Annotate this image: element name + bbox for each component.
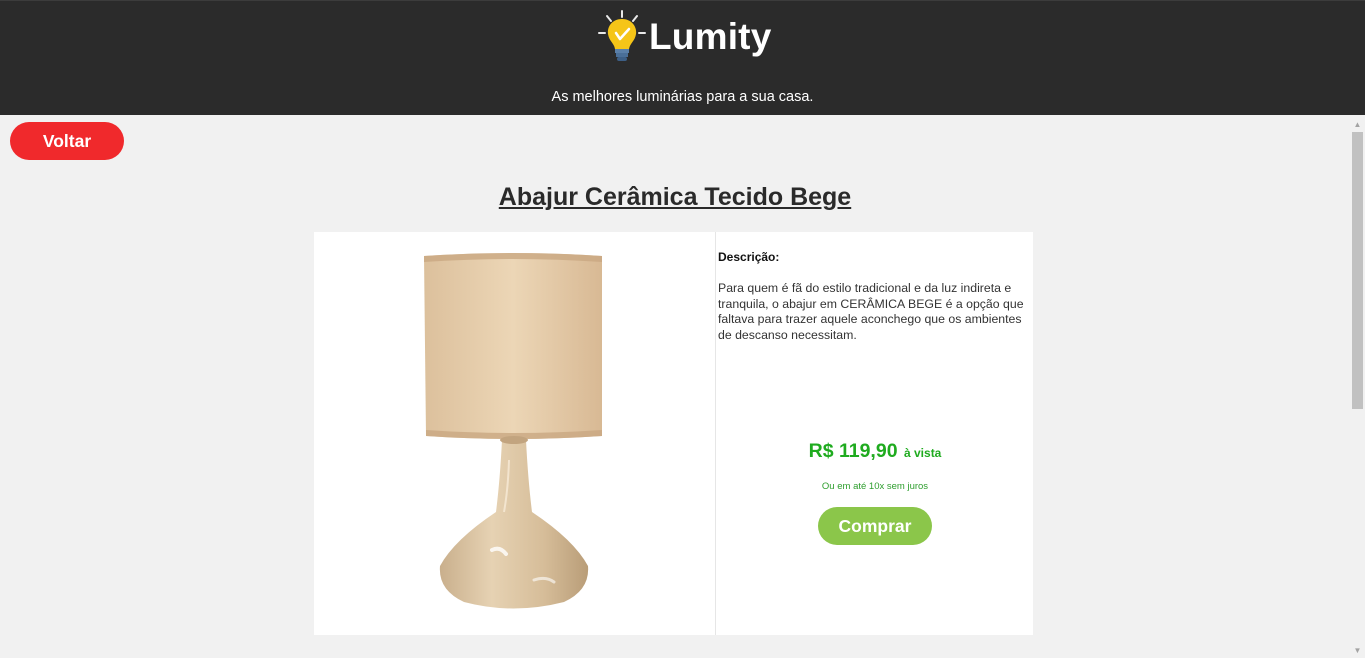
price-value: R$ 119,90 — [808, 440, 898, 462]
scroll-thumb[interactable] — [1352, 132, 1363, 409]
lightbulb-icon — [598, 10, 646, 61]
brand-name: Lumity — [649, 16, 772, 57]
product-info: Descrição: Para quem é fã do estilo trad… — [717, 232, 1033, 635]
product-title: Abajur Cerâmica Tecido Bege — [498, 183, 852, 211]
price-note: à vista — [904, 446, 942, 460]
table-lamp-image — [424, 253, 602, 609]
scroll-down-arrow-icon[interactable]: ▼ — [1350, 643, 1365, 658]
tagline: As melhores luminárias para a sua casa. — [551, 89, 814, 105]
vertical-scrollbar[interactable]: ▲ ▼ — [1350, 115, 1365, 658]
description-label: Descrição: — [718, 250, 780, 264]
product-card: Descrição: Para quem é fã do estilo trad… — [314, 232, 1033, 635]
description-text: Para quem é fã do estilo tradicional e d… — [718, 281, 1024, 342]
site-header: Lumity As melhores luminárias para a sua… — [0, 0, 1365, 115]
product-image — [314, 232, 716, 635]
back-button[interactable]: Voltar — [10, 122, 124, 160]
installments-text: Ou em até 10x sem juros — [821, 481, 929, 492]
scroll-up-arrow-icon[interactable]: ▲ — [1350, 117, 1365, 132]
buy-button[interactable]: Comprar — [818, 507, 932, 545]
brand[interactable]: Lumity — [596, 9, 771, 65]
price: R$ 119,90 à vista — [717, 440, 1033, 463]
